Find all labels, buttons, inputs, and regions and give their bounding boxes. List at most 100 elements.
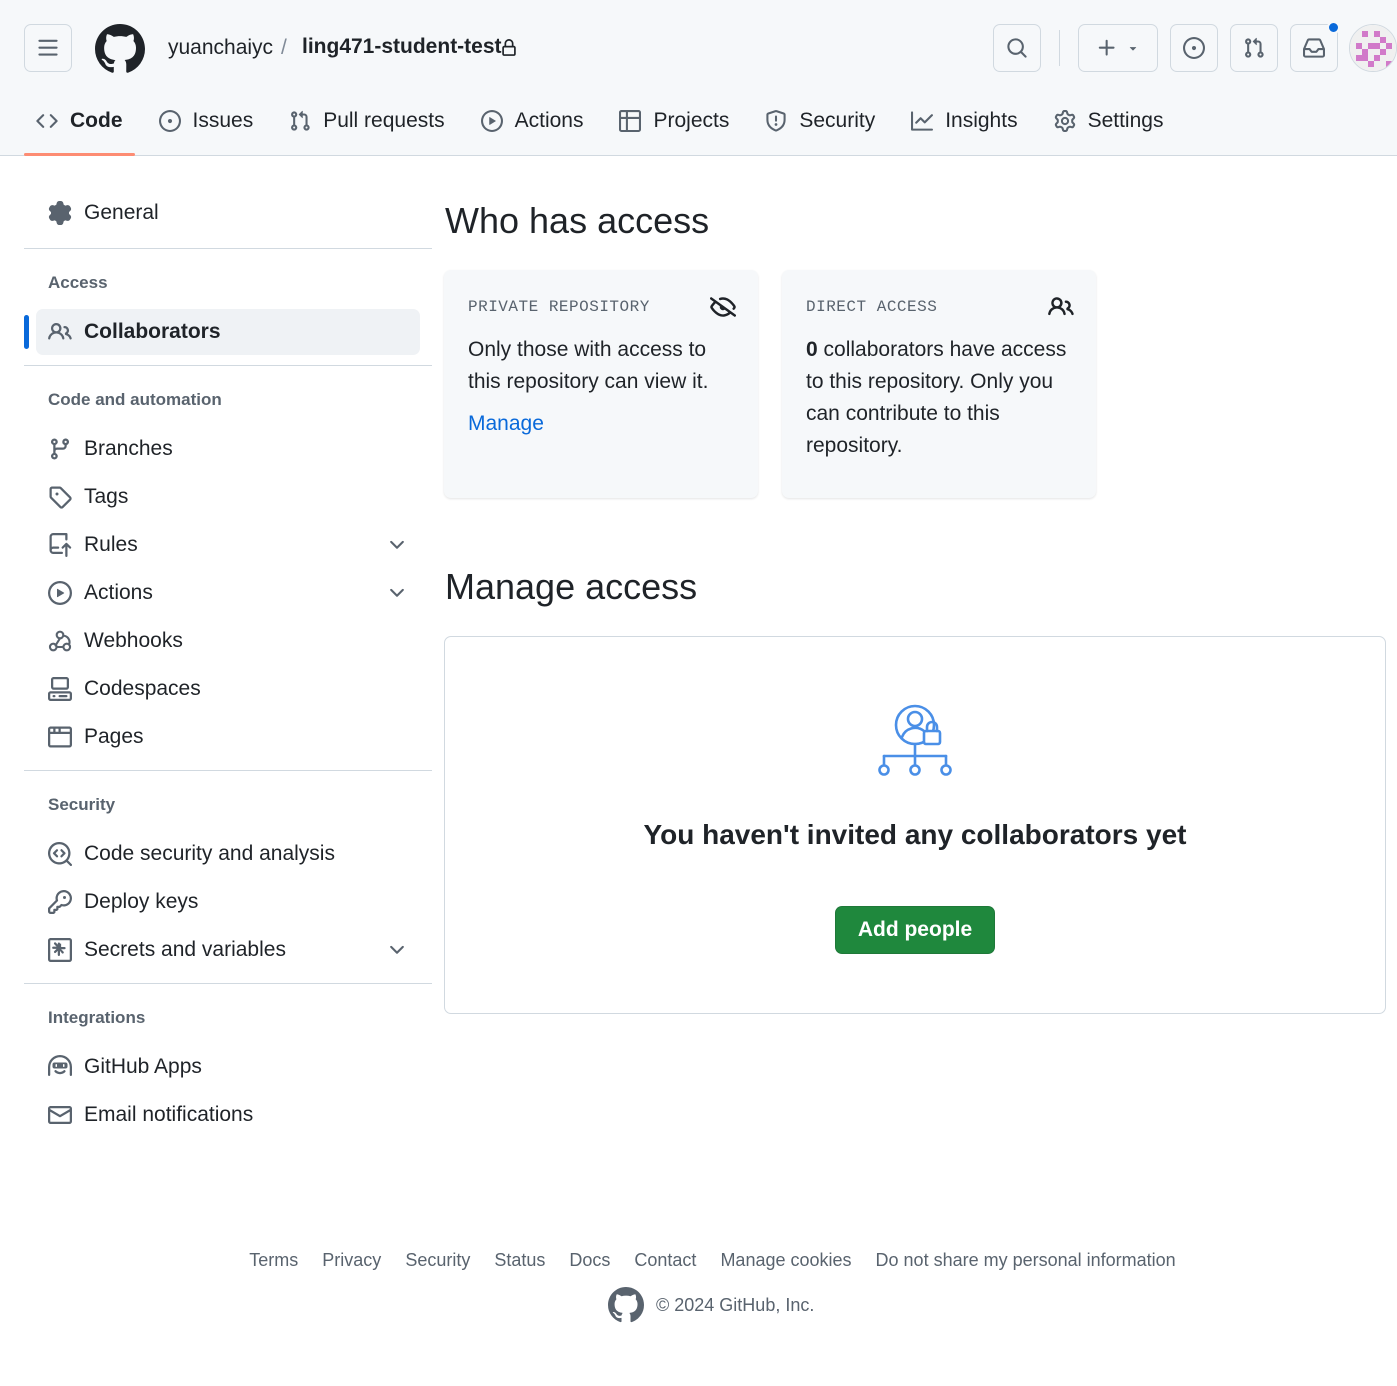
- settings-sidebar: General Access Collaborators Code and au…: [24, 190, 432, 1140]
- tab-pull-requests[interactable]: Pull requests: [277, 96, 456, 146]
- tab-security-label: Security: [799, 109, 876, 132]
- tab-insights[interactable]: Insights: [899, 96, 1029, 146]
- tab-code[interactable]: Code: [24, 96, 135, 156]
- sidebar-item-actions[interactable]: Actions: [24, 570, 432, 616]
- sidebar-heading-code-automation: Code and automation: [48, 390, 222, 409]
- eye-closed-icon: [710, 294, 736, 320]
- hamburger-icon: [38, 39, 58, 56]
- git-branch-icon: [50, 438, 69, 460]
- sidebar-heading-access: Access: [48, 273, 108, 292]
- sidebar-item-label: Code security and analysis: [84, 842, 335, 865]
- add-people-button[interactable]: Add people: [835, 906, 995, 954]
- sidebar-divider: [24, 770, 432, 771]
- sidebar-item-tags[interactable]: Tags: [24, 474, 432, 520]
- repo-push-icon: [49, 533, 72, 557]
- footer-link-security[interactable]: Security: [405, 1250, 470, 1271]
- footer-link-docs[interactable]: Docs: [569, 1250, 610, 1271]
- chevron-down-icon: [390, 945, 404, 954]
- tab-actions[interactable]: Actions: [469, 96, 596, 146]
- shield-icon: [766, 110, 786, 132]
- sidebar-item-label: General: [84, 201, 159, 224]
- people-icon: [48, 322, 72, 340]
- sidebar-item-rules[interactable]: Rules: [24, 522, 432, 568]
- sidebar-item-label: Pages: [84, 725, 144, 748]
- browser-icon: [48, 726, 72, 748]
- play-icon: [480, 110, 503, 132]
- tab-security[interactable]: Security: [753, 96, 887, 146]
- table-icon: [619, 110, 642, 132]
- sidebar-item-secrets[interactable]: Secrets and variables: [24, 927, 432, 973]
- sidebar-item-collaborators[interactable]: Collaborators: [24, 309, 420, 355]
- sidebar-item-github-apps[interactable]: GitHub Apps: [24, 1044, 432, 1090]
- sidebar-item-codespaces[interactable]: Codespaces: [24, 666, 432, 712]
- tab-projects[interactable]: Projects: [607, 96, 741, 146]
- breadcrumb-repo[interactable]: ling471-student-test: [302, 35, 502, 59]
- key-icon: [48, 890, 72, 914]
- sidebar-item-general[interactable]: General: [24, 190, 432, 236]
- footer-link-contact[interactable]: Contact: [634, 1250, 696, 1271]
- github-logo-icon[interactable]: [608, 1287, 644, 1323]
- sidebar-item-deploy-keys[interactable]: Deploy keys: [24, 879, 432, 925]
- people-icon: [1048, 294, 1074, 320]
- card-description: Only those with access to this repositor…: [468, 338, 709, 393]
- sidebar-item-pages[interactable]: Pages: [24, 714, 432, 760]
- sidebar-item-label: Rules: [84, 533, 138, 556]
- avatar[interactable]: [1349, 24, 1397, 72]
- sidebar-item-code-security[interactable]: Code security and analysis: [24, 831, 432, 877]
- inbox-icon: [1303, 38, 1325, 58]
- sidebar-item-webhooks[interactable]: Webhooks: [24, 618, 432, 664]
- breadcrumb-owner[interactable]: yuanchaiyc: [168, 36, 273, 60]
- menu-button[interactable]: [24, 24, 72, 72]
- repo-tabs: Code Issues Pull requests Actions Projec…: [24, 96, 1187, 156]
- sidebar-heading-integrations: Integrations: [48, 1008, 146, 1027]
- codespaces-icon: [48, 677, 72, 701]
- breadcrumb-separator: /: [281, 36, 287, 59]
- gear-icon: [48, 201, 72, 225]
- sidebar-item-label: Codespaces: [84, 677, 201, 700]
- footer-link-terms[interactable]: Terms: [249, 1250, 298, 1271]
- footer-copyright-row: © 2024 GitHub, Inc.: [608, 1287, 814, 1323]
- sidebar-item-label: Branches: [84, 437, 173, 460]
- footer-link-manage-cookies[interactable]: Manage cookies: [720, 1250, 851, 1271]
- sidebar-item-label: Email notifications: [84, 1103, 254, 1126]
- github-logo-icon[interactable]: [95, 24, 145, 74]
- gear-icon: [1054, 110, 1075, 132]
- tab-settings[interactable]: Settings: [1042, 96, 1176, 146]
- tab-projects-label: Projects: [653, 109, 730, 132]
- footer-link-do-not-share[interactable]: Do not share my personal information: [876, 1250, 1176, 1271]
- mail-icon: [48, 1106, 72, 1124]
- search-button[interactable]: [993, 24, 1041, 72]
- caret-down-icon: [1129, 47, 1137, 51]
- pull-requests-button[interactable]: [1230, 24, 1278, 72]
- person-lock-icon: [874, 703, 956, 779]
- create-new-button[interactable]: [1078, 24, 1158, 72]
- webhook-icon: [48, 630, 72, 652]
- pull-request-icon: [291, 110, 310, 131]
- manage-link[interactable]: Manage: [468, 412, 544, 436]
- footer-copyright: © 2024 GitHub, Inc.: [656, 1294, 815, 1315]
- manage-access-box: You haven't invited any collaborators ye…: [444, 636, 1386, 1014]
- notification-indicator: [1327, 21, 1340, 34]
- card-label: PRIVATE REPOSITORY: [468, 298, 650, 316]
- codescan-icon: [48, 842, 72, 866]
- asterisk-icon: [48, 938, 72, 962]
- tab-settings-label: Settings: [1087, 109, 1164, 132]
- tab-code-label: Code: [70, 109, 123, 132]
- sidebar-item-label: GitHub Apps: [84, 1055, 202, 1078]
- sidebar-item-branches[interactable]: Branches: [24, 426, 432, 472]
- sidebar-divider: [24, 248, 432, 249]
- code-icon: [36, 114, 58, 128]
- search-icon: [1007, 38, 1027, 58]
- tab-actions-label: Actions: [514, 109, 584, 132]
- tab-insights-label: Insights: [945, 109, 1018, 132]
- footer-link-privacy[interactable]: Privacy: [322, 1250, 381, 1271]
- issues-button[interactable]: [1170, 24, 1218, 72]
- footer-link-status[interactable]: Status: [494, 1250, 545, 1271]
- sidebar-item-label: Actions: [84, 581, 153, 604]
- direct-access-card: DIRECT ACCESS 0 collaborators have acces…: [782, 270, 1096, 498]
- footer-links: Terms Privacy Security Status Docs Conta…: [0, 1250, 1397, 1271]
- who-has-access-heading: Who has access: [445, 200, 710, 241]
- sidebar-item-email-notifications[interactable]: Email notifications: [24, 1092, 432, 1138]
- tab-issues[interactable]: Issues: [147, 96, 266, 146]
- sidebar-item-label: Deploy keys: [84, 890, 199, 913]
